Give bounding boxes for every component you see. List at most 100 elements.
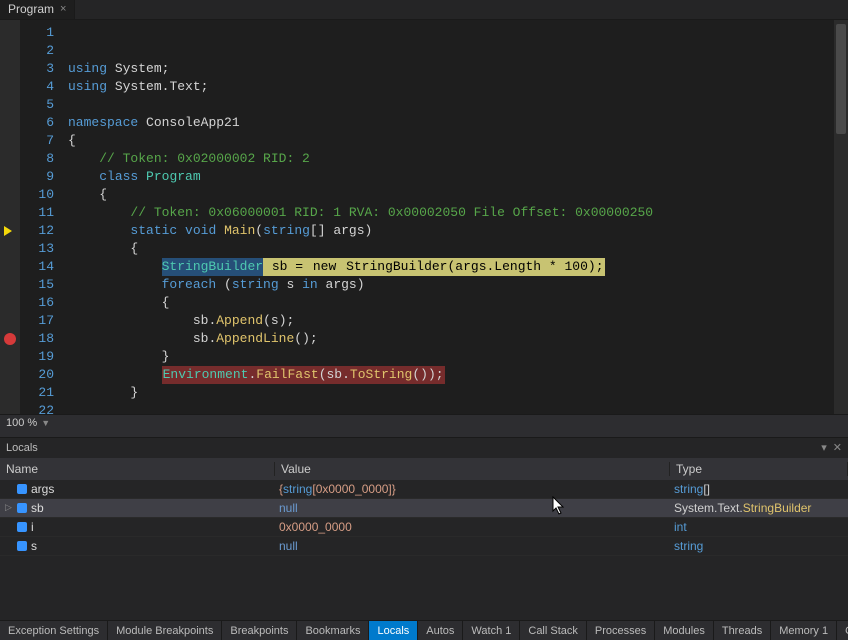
line-number: 11 xyxy=(20,204,54,222)
document-tab-strip: Program × xyxy=(0,0,848,20)
tool-tab-locals[interactable]: Locals xyxy=(369,621,418,640)
tool-tab-module-breakpoints[interactable]: Module Breakpoints xyxy=(108,621,222,640)
line-number: 1 xyxy=(20,24,54,42)
line-number: 16 xyxy=(20,294,54,312)
var-type: string[] xyxy=(670,482,848,496)
var-value[interactable]: 0x0000_0000 xyxy=(275,520,670,534)
var-name: args xyxy=(31,482,54,496)
line-number: 19 xyxy=(20,348,54,366)
code-line[interactable]: sb.AppendLine(); xyxy=(68,330,834,348)
code-line[interactable] xyxy=(68,402,834,414)
glyph-margin[interactable] xyxy=(0,20,20,414)
zoom-level: 100 % xyxy=(6,417,37,429)
tool-tab-processes[interactable]: Processes xyxy=(587,621,655,640)
vertical-scrollbar[interactable] xyxy=(834,20,848,414)
locals-row[interactable]: i0x0000_0000int xyxy=(0,518,848,537)
code-line[interactable]: foreach (string s in args) xyxy=(68,276,834,294)
line-number: 21 xyxy=(20,384,54,402)
code-line[interactable] xyxy=(68,96,834,114)
code-line[interactable]: { xyxy=(68,240,834,258)
tool-window-tabs: Exception SettingsModule BreakpointsBrea… xyxy=(0,620,848,640)
code-line[interactable]: { xyxy=(68,186,834,204)
variable-icon xyxy=(17,522,27,532)
pin-icon[interactable]: ▾ xyxy=(821,441,827,454)
tool-tab-exception-settings[interactable]: Exception Settings xyxy=(0,621,108,640)
variable-icon xyxy=(17,541,27,551)
locals-row[interactable]: ▷sbnullSystem.Text.StringBuilder xyxy=(0,499,848,518)
tool-tab-threads[interactable]: Threads xyxy=(714,621,771,640)
line-number: 3 xyxy=(20,60,54,78)
code-line[interactable]: { xyxy=(68,294,834,312)
code-line[interactable]: using System.Text; xyxy=(68,78,834,96)
locals-panel: Locals ▾ ✕ Name Value Type args {string[0… xyxy=(0,437,848,621)
close-icon[interactable]: ✕ xyxy=(833,441,842,454)
current-statement-arrow-icon xyxy=(4,226,12,236)
breakpoint-icon[interactable] xyxy=(4,333,16,345)
panel-title: Locals xyxy=(6,442,38,454)
code-line[interactable]: Environment.FailFast(sb.ToString()); xyxy=(68,366,834,384)
tool-tab-memory-1[interactable]: Memory 1 xyxy=(771,621,837,640)
var-type: string xyxy=(670,539,848,553)
line-number-gutter: 1234567891011121314151617181920212223 xyxy=(20,20,60,414)
line-number: 22 xyxy=(20,402,54,414)
locals-row[interactable]: s nullstring xyxy=(0,537,848,556)
code-line[interactable]: // Token: 0x02000002 RID: 2 xyxy=(68,150,834,168)
line-number: 12 xyxy=(20,222,54,240)
chevron-down-icon[interactable]: ▼ xyxy=(41,418,50,428)
tool-tab-bookmarks[interactable]: Bookmarks xyxy=(297,621,369,640)
var-value[interactable]: null xyxy=(275,501,670,515)
line-number: 13 xyxy=(20,240,54,258)
code-line[interactable]: namespace ConsoleApp21 xyxy=(68,114,834,132)
line-number: 6 xyxy=(20,114,54,132)
tool-tab-modules[interactable]: Modules xyxy=(655,621,714,640)
var-name: sb xyxy=(31,501,44,515)
code-line[interactable]: using System; xyxy=(68,60,834,78)
panel-header: Locals ▾ ✕ xyxy=(0,438,848,458)
line-number: 10 xyxy=(20,186,54,204)
tool-tab-autos[interactable]: Autos xyxy=(418,621,463,640)
scrollbar-thumb[interactable] xyxy=(836,24,846,134)
code-line[interactable]: } xyxy=(68,348,834,366)
code-line[interactable]: { xyxy=(68,132,834,150)
code-line[interactable]: static void Main(string[] args) xyxy=(68,222,834,240)
tool-tab-output[interactable]: Output xyxy=(837,621,848,640)
code-line[interactable]: sb.Append(s); xyxy=(68,312,834,330)
code-area[interactable]: using System;using System.Text; namespace… xyxy=(60,20,834,414)
tab-label: Program xyxy=(8,2,54,16)
expand-icon[interactable]: ▷ xyxy=(4,502,13,513)
tool-tab-breakpoints[interactable]: Breakpoints xyxy=(222,621,297,640)
line-number: 4 xyxy=(20,78,54,96)
code-line[interactable]: class Program xyxy=(68,168,834,186)
close-icon[interactable]: × xyxy=(60,3,66,15)
var-value[interactable]: null xyxy=(275,539,670,553)
var-name: s xyxy=(31,539,37,553)
grid-header: Name Value Type xyxy=(0,458,848,480)
var-value[interactable]: {string[0x0000_0000]} xyxy=(275,482,670,496)
line-number: 18 xyxy=(20,330,54,348)
line-number: 5 xyxy=(20,96,54,114)
variable-icon xyxy=(17,484,27,494)
line-number: 7 xyxy=(20,132,54,150)
var-name: i xyxy=(31,520,34,534)
line-number: 17 xyxy=(20,312,54,330)
line-number: 2 xyxy=(20,42,54,60)
locals-row[interactable]: args {string[0x0000_0000]}string[] xyxy=(0,480,848,499)
col-value[interactable]: Value xyxy=(275,462,670,476)
tool-tab-watch-1[interactable]: Watch 1 xyxy=(463,621,520,640)
code-line[interactable]: StringBuilder sb = new StringBuilder(arg… xyxy=(68,258,834,276)
line-number: 14 xyxy=(20,258,54,276)
locals-grid: Name Value Type args {string[0x0000_0000]… xyxy=(0,458,848,621)
col-type[interactable]: Type xyxy=(670,462,848,476)
zoom-strip: 100 % ▼ xyxy=(0,414,848,432)
document-tab-program[interactable]: Program × xyxy=(0,0,75,19)
line-number: 8 xyxy=(20,150,54,168)
code-line[interactable]: } xyxy=(68,384,834,402)
col-name[interactable]: Name xyxy=(0,462,275,476)
code-line[interactable]: // Token: 0x06000001 RID: 1 RVA: 0x00002… xyxy=(68,204,834,222)
variable-icon xyxy=(17,503,27,513)
tool-tab-call-stack[interactable]: Call Stack xyxy=(520,621,587,640)
code-editor[interactable]: 1234567891011121314151617181920212223 us… xyxy=(0,20,848,414)
line-number: 15 xyxy=(20,276,54,294)
line-number: 9 xyxy=(20,168,54,186)
line-number: 20 xyxy=(20,366,54,384)
